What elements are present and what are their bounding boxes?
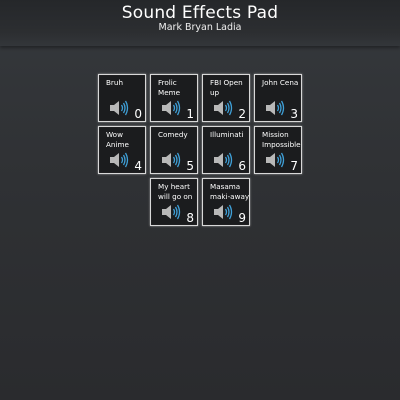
pad-label: Wow Anime [106,130,129,149]
page-subtitle: Mark Bryan Ladia [158,22,242,33]
speaker-icon [266,100,285,116]
sound-pad-grid: Bruh 0 Frolic Meme 1 FBI Open up 2 John … [92,74,308,230]
speaker-icon [214,152,233,168]
pad-button-mission-impossible[interactable]: Mission Impossible 7 [254,126,302,174]
pad-label: FBI Open up [210,78,243,97]
speaker-icon [214,204,233,220]
pad-button-illuminati[interactable]: Illuminati 6 [202,126,250,174]
pad-button-frolic-meme[interactable]: Frolic Meme 1 [150,74,198,122]
pad-label: John Cena [262,78,299,87]
pad-label: Illuminati [210,130,244,139]
pad-key-number: 1 [186,107,194,121]
pad-button-masama-maki-away[interactable]: Masama maki-away 9 [202,178,250,226]
pad-label: Mission Impossible [262,130,301,149]
pad-row-1: Bruh 0 Frolic Meme 1 FBI Open up 2 John … [92,74,308,122]
speaker-icon [162,100,181,116]
page-header: Sound Effects Pad Mark Bryan Ladia [0,0,400,46]
page-title: Sound Effects Pad [121,3,279,23]
pad-button-comedy[interactable]: Comedy 5 [150,126,198,174]
speaker-icon [162,204,181,220]
pad-key-number: 0 [134,107,142,121]
pad-key-number: 6 [238,159,246,173]
pad-row-2: Wow Anime 4 Comedy 5 Illuminati 6 Missio… [92,126,308,174]
pad-label: Comedy [158,130,188,139]
pad-key-number: 2 [238,107,246,121]
speaker-icon [110,152,129,168]
pad-key-number: 8 [186,211,194,225]
pad-key-number: 9 [238,211,246,225]
pad-button-my-heart-will-go-on[interactable]: My heart will go on 8 [150,178,198,226]
speaker-icon [214,100,233,116]
pad-label: Masama maki-away [210,182,250,201]
pad-row-3: My heart will go on 8 Masama maki-away 9 [92,178,308,226]
speaker-icon [110,100,129,116]
speaker-icon [162,152,181,168]
pad-button-wow-anime[interactable]: Wow Anime 4 [98,126,146,174]
pad-label: Bruh [106,78,123,87]
pad-label: My heart will go on [158,182,193,201]
pad-label: Frolic Meme [158,78,181,97]
pad-key-number: 5 [186,159,194,173]
speaker-icon [266,152,285,168]
pad-key-number: 7 [290,159,298,173]
pad-button-john-cena[interactable]: John Cena 3 [254,74,302,122]
pad-key-number: 4 [134,159,142,173]
pad-button-fbi-open-up[interactable]: FBI Open up 2 [202,74,250,122]
pad-key-number: 3 [290,107,298,121]
pad-button-bruh[interactable]: Bruh 0 [98,74,146,122]
